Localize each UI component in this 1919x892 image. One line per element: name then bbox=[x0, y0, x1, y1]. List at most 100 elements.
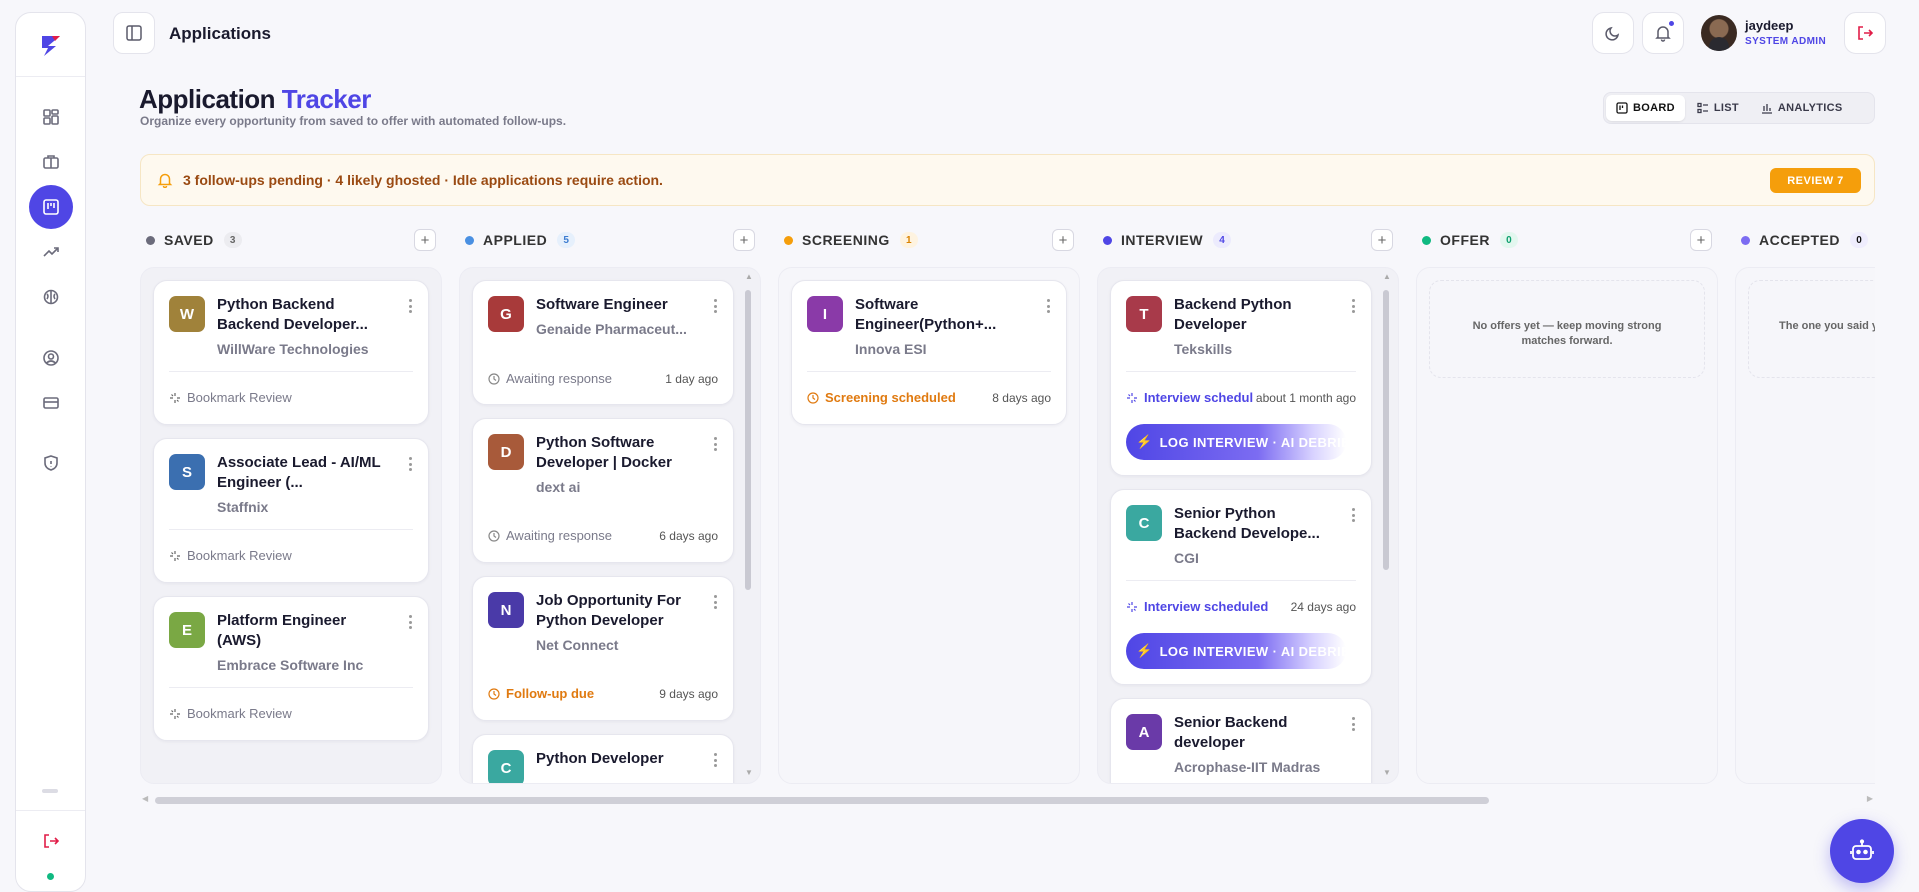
card-menu-button[interactable] bbox=[408, 615, 412, 629]
user-menu[interactable]: jaydeep SYSTEM ADMIN bbox=[1701, 14, 1841, 54]
column-count: 1 bbox=[899, 232, 918, 248]
application-card[interactable]: E Platform Engineer (AWS) Embrace Softwa… bbox=[153, 596, 429, 741]
sidebar-scrollbar[interactable] bbox=[28, 788, 76, 794]
sidebar-logout-button[interactable] bbox=[29, 819, 73, 863]
card-role: Platform Engineer (AWS) bbox=[217, 612, 347, 649]
sidebar-toggle-button[interactable] bbox=[113, 12, 155, 54]
card-divider bbox=[807, 371, 1051, 372]
application-card[interactable]: T Backend Python Developer Tekskills Int… bbox=[1110, 280, 1372, 476]
bar-chart-icon bbox=[1761, 104, 1772, 114]
card-company: Embrace Software Inc bbox=[217, 657, 364, 673]
card-time: about 1 month ago bbox=[1255, 390, 1356, 405]
ai-assistant-button[interactable] bbox=[1830, 819, 1894, 883]
kanban-icon bbox=[43, 199, 59, 215]
log-interview-button[interactable]: ⚡ LOG INTERVIEW · AI DEBRIEF bbox=[1126, 633, 1346, 669]
scroll-right-arrow[interactable]: ▶ bbox=[1867, 794, 1873, 803]
notification-badge bbox=[1668, 20, 1675, 27]
sparkle-icon bbox=[1126, 601, 1138, 613]
tab-list[interactable]: LIST bbox=[1687, 95, 1749, 121]
logout-icon bbox=[44, 834, 60, 848]
card-role: Associate Lead - AI/ML Engineer (... bbox=[217, 454, 381, 491]
card-menu-button[interactable] bbox=[1351, 508, 1355, 522]
application-card[interactable]: C Python Developer bbox=[472, 734, 734, 783]
top-bar: Applications jaydeep SYSTEM ADMIN bbox=[112, 0, 1919, 66]
column-interview: INTERVIEW 4 + T Backend Python Developer… bbox=[1097, 222, 1399, 784]
lightning-icon: ⚡ bbox=[1136, 434, 1153, 449]
application-card[interactable]: A Senior Backend developer Acrophase-IIT… bbox=[1110, 698, 1372, 783]
tab-analytics[interactable]: ANALYTICS bbox=[1751, 95, 1853, 121]
nav-profile[interactable] bbox=[29, 336, 73, 380]
card-role: Backend Python Developer bbox=[1174, 296, 1292, 333]
card-company: Acrophase-IIT Madras bbox=[1174, 759, 1321, 775]
nav-jobs[interactable] bbox=[29, 140, 73, 184]
lane-scrollbar[interactable]: ▲ ▼ bbox=[743, 268, 753, 783]
alert-text: 3 follow-ups pending · 4 likely ghosted … bbox=[183, 172, 663, 188]
card-menu-button[interactable] bbox=[713, 437, 717, 451]
column-title: ACCEPTED bbox=[1759, 232, 1841, 248]
nav-ai[interactable] bbox=[29, 275, 73, 319]
card-menu-button[interactable] bbox=[713, 753, 717, 767]
column-lane: G Software Engineer Genaide Pharmaceut..… bbox=[459, 267, 761, 784]
application-card[interactable]: C Senior Python Backend Develope... CGI … bbox=[1110, 489, 1372, 685]
card-company: Genaide Pharmaceut... bbox=[536, 321, 687, 337]
tab-analytics-label: ANALYTICS bbox=[1777, 102, 1843, 114]
company-avatar: G bbox=[488, 296, 524, 332]
company-avatar: T bbox=[1126, 296, 1162, 332]
application-card[interactable]: I Software Engineer(Python+... Innova ES… bbox=[791, 280, 1067, 425]
card-menu-button[interactable] bbox=[1046, 299, 1050, 313]
column-count: 0 bbox=[1499, 232, 1518, 248]
card-status: Interview schedul about 1 month ago bbox=[1126, 390, 1356, 405]
trending-icon bbox=[43, 247, 59, 257]
app-logo[interactable] bbox=[16, 13, 85, 77]
application-card[interactable]: G Software Engineer Genaide Pharmaceut..… bbox=[472, 280, 734, 405]
column-dot bbox=[465, 235, 474, 245]
log-interview-button[interactable]: ⚡ LOG INTERVIEW · AI DEBRIEF bbox=[1126, 424, 1346, 460]
application-card[interactable]: D Python Software Developer | Docker dex… bbox=[472, 418, 734, 563]
application-card[interactable]: N Job Opportunity For Python Developer N… bbox=[472, 576, 734, 721]
notifications-button[interactable] bbox=[1642, 12, 1684, 54]
lane-scrollbar[interactable]: ▲ ▼ bbox=[1381, 268, 1391, 783]
column-accepted: ACCEPTED 0 The one you said yes bbox=[1735, 222, 1875, 784]
nav-admin[interactable] bbox=[29, 441, 73, 485]
board-horizontal-scrollbar[interactable]: ◀ ▶ bbox=[140, 794, 1875, 806]
sidebar bbox=[15, 12, 86, 892]
add-card-button[interactable]: + bbox=[1371, 229, 1393, 251]
column-title: SCREENING bbox=[802, 232, 890, 248]
column-title: SAVED bbox=[164, 232, 214, 248]
application-card[interactable]: S Associate Lead - AI/ML Engineer (... S… bbox=[153, 438, 429, 583]
add-card-button[interactable]: + bbox=[414, 229, 436, 251]
sparkle-icon bbox=[1126, 392, 1138, 404]
tab-board[interactable]: BOARD bbox=[1606, 95, 1685, 121]
add-card-button[interactable]: + bbox=[1690, 229, 1712, 251]
nav-dashboard[interactable] bbox=[29, 95, 73, 139]
theme-toggle-button[interactable] bbox=[1592, 12, 1634, 54]
add-card-button[interactable]: + bbox=[1052, 229, 1074, 251]
nav-billing[interactable] bbox=[29, 381, 73, 425]
card-divider bbox=[1126, 580, 1356, 581]
card-menu-button[interactable] bbox=[408, 299, 412, 313]
list-icon bbox=[1697, 102, 1708, 114]
user-name: jaydeep bbox=[1745, 18, 1794, 33]
empty-state: The one you said yes bbox=[1748, 280, 1875, 378]
scrollbar-thumb[interactable] bbox=[155, 797, 1489, 804]
column-header: APPLIED 5 + bbox=[459, 222, 761, 258]
column-count: 0 bbox=[1850, 232, 1869, 248]
logout-button[interactable] bbox=[1844, 12, 1886, 54]
add-card-button[interactable]: + bbox=[733, 229, 755, 251]
review-button[interactable]: REVIEW 7 bbox=[1770, 168, 1861, 193]
card-role: Senior Backend developer bbox=[1174, 714, 1288, 751]
column-lane: I Software Engineer(Python+... Innova ES… bbox=[778, 267, 1080, 784]
view-toggle: BOARD LIST ANALYTICS bbox=[1603, 92, 1875, 124]
nav-tracker[interactable] bbox=[29, 185, 73, 229]
card-divider bbox=[1126, 371, 1356, 372]
card-menu-button[interactable] bbox=[713, 595, 717, 609]
card-menu-button[interactable] bbox=[408, 457, 412, 471]
column-title: INTERVIEW bbox=[1121, 232, 1204, 248]
application-card[interactable]: W Python Backend Backend Developer... Wi… bbox=[153, 280, 429, 425]
card-menu-button[interactable] bbox=[713, 299, 717, 313]
scroll-left-arrow[interactable]: ◀ bbox=[142, 794, 148, 803]
card-menu-button[interactable] bbox=[1351, 299, 1355, 313]
nav-analytics[interactable] bbox=[29, 230, 73, 274]
sparkle-icon bbox=[169, 550, 181, 562]
card-menu-button[interactable] bbox=[1351, 717, 1355, 731]
